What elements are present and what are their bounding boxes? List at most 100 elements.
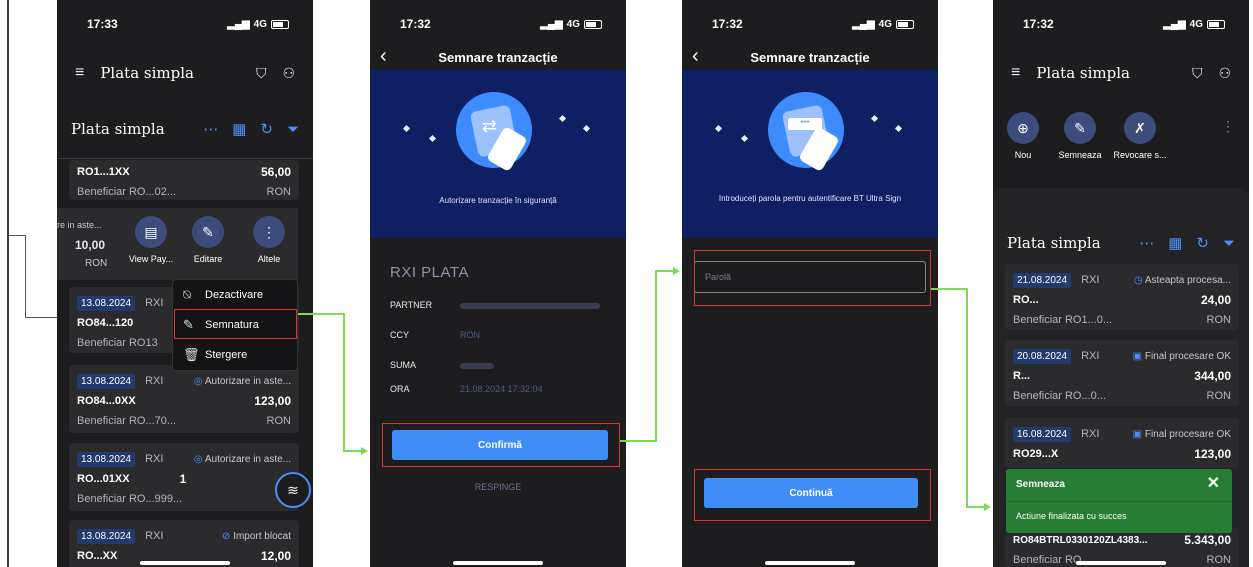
card-iban: RO29...X [1013,448,1059,460]
shield-icon[interactable]: ⛉ [1192,65,1203,82]
refresh-icon[interactable]: ↻ [1196,234,1209,252]
field-value-redacted [460,300,600,310]
beneficiar-label: Beneficiar [77,415,126,427]
flow-arrow-line [966,506,984,508]
card-iban: RO84...0XX [77,395,136,407]
card-currency: RON [266,415,291,427]
user-icon[interactable]: ⚇ [1218,65,1231,82]
payment-card[interactable]: 20.08.2024 RXI ▣ Final procesare OK R... 34… [1005,340,1239,406]
beneficiar-label: Beneficiar [1013,314,1062,326]
section-title: RXI PLATA [390,264,469,281]
filter-icon[interactable]: ⏷ [1223,235,1235,252]
payment-card[interactable]: 13.08.2024 RXI ◎ Autorizare in aste... RO.… [69,443,299,511]
payment-card[interactable]: RO1...1XX 56,00 Beneficiar RO...02... RON [69,160,299,200]
user-icon[interactable]: ⚇ [282,65,295,82]
check-chart-icon: ▣ [1132,428,1143,440]
app-header: ≡ Plata simpla ⛉ ⚇ [57,56,313,90]
more-vertical-icon[interactable]: ⋮ [1221,118,1235,135]
beneficiar-value: RO...999... [128,493,183,505]
card-status: Final procesare OK [1144,350,1231,362]
hero-banner: ⇄ Autorizare tranzacție în siguranță [370,70,626,238]
menu-item-dezactivare[interactable]: ⍉ Dezactivare [173,280,297,310]
connector-line [25,317,57,318]
beneficiar-value: RO13 [128,337,158,349]
list-title: Plata simpla [1007,234,1101,252]
toast-message: Actiune finalizata cu succes [1016,511,1127,521]
card-status: Final procesare OK [1144,428,1231,440]
card-amount: 1 [179,472,187,486]
status-bar: 17:32 ▂▄▆ 4G [993,0,1249,48]
field-ora: ORA 21.08.2024 17:32:04 [390,384,606,394]
status-time: 17:33 [87,17,118,31]
flow-arrow-line [931,288,967,290]
menu-item-stergere[interactable]: 🗑 Stergere [173,340,297,370]
edit-label: Editare [193,254,223,264]
signal-indicator: ▂▄▆ 4G [227,19,289,30]
new-button[interactable]: ⊕ Nou [1003,112,1043,160]
view-payment-button[interactable]: ▤ View Pay... [125,216,177,264]
field-key: ORA [390,384,410,394]
swipe-status: re in aste... [57,220,102,230]
screen-sign-confirm: 17:32 ▂▄▆ 4G ‹ Semnare tranzacție ⇄ Auto… [370,0,626,567]
status-bar: 17:32 ▂▄▆ 4G [682,0,938,48]
home-indicator [140,561,230,565]
redacted-bar [460,302,600,309]
status-bar: 17:33 ▂▄▆ 4G [57,0,313,48]
payment-card[interactable]: 13.08.2024 RXI ⊘ Import blocat RO...XX 12,0… [69,520,299,567]
swipe-currency: RON [85,258,108,269]
layers-fab[interactable]: ≋ [275,472,311,508]
sign-button[interactable]: ✎ Semneaza [1055,112,1105,160]
card-type: RXI [1081,274,1100,286]
more-dots-icon[interactable]: ⋯ [1139,234,1154,252]
highlight-confirm [382,423,620,467]
pen-icon: ✎ [1064,112,1096,144]
sparkle-icon [714,124,723,133]
revoke-label: Revocare s... [1113,150,1167,160]
refresh-icon[interactable]: ↻ [260,120,273,138]
more-label: Altele [257,254,281,264]
card-iban: RO1...1XX [77,166,130,178]
card-date: 13.08.2024 [77,528,136,544]
card-status: Autorizare in aste... [204,453,291,465]
network-label: 4G [878,18,892,30]
edit-button[interactable]: ✎ Editare [183,216,233,264]
more-dots-icon[interactable]: ⋯ [203,120,218,138]
signal-indicator: ▂▄▆ 4G [1163,19,1225,30]
revoke-sign-button[interactable]: ✗ Revocare s... [1109,112,1171,160]
highlight-semnatura [174,309,297,339]
payment-card[interactable]: 13.08.2024 RXI ◎ Autorizare in aste... RO8… [69,365,299,433]
battery-icon [271,19,289,29]
flow-arrow-line [655,270,657,442]
battery-icon [896,19,914,29]
highlight-continue [694,469,931,521]
filter-icon[interactable]: ⏷ [287,121,299,138]
transfer-arrows-icon: ⇄ [482,116,498,136]
flow-arrow-line [966,288,968,508]
card-currency: RON [1206,390,1231,402]
menu-icon[interactable]: ≡ [1011,64,1020,82]
payment-card[interactable]: 16.08.2024 RXI ▣ Final procesare OK RO29..… [1005,418,1239,468]
sparkle-icon [870,114,879,123]
flow-stage: 17:33 ▂▄▆ 4G ≡ Plata simpla ⛉ ⚇ Plata si… [0,0,1253,567]
beneficiar-value: RO...0... [1064,390,1106,402]
header-title: Plata simpla [100,64,194,82]
reject-link[interactable]: RESPINGE [370,482,626,492]
more-button[interactable]: ⋮ Altele [245,216,293,264]
card-iban: RO84...120 [77,317,134,329]
card-amount: 24,00 [1200,293,1231,307]
grid-icon[interactable]: ▦ [1168,234,1182,252]
sparkle-icon [558,114,567,123]
battery-icon [1207,19,1225,29]
grid-icon[interactable]: ▦ [232,120,246,138]
shield-icon[interactable]: ⛉ [256,65,267,82]
card-amount: 56,00 [260,165,291,179]
highlight-password [694,250,931,306]
close-icon[interactable]: ✕ [1207,473,1220,493]
menu-icon[interactable]: ≡ [75,64,84,82]
beneficiar-label: Beneficiar [1013,554,1062,566]
payment-card[interactable]: 21.08.2024 RXI ◷ Asteapta procesa... RO...… [1005,264,1239,330]
card-type: RXI [145,530,164,542]
beneficiar-label: Beneficiar [77,337,126,349]
field-ccy: CCY RON [390,330,606,340]
status-time: 17:32 [400,17,431,31]
